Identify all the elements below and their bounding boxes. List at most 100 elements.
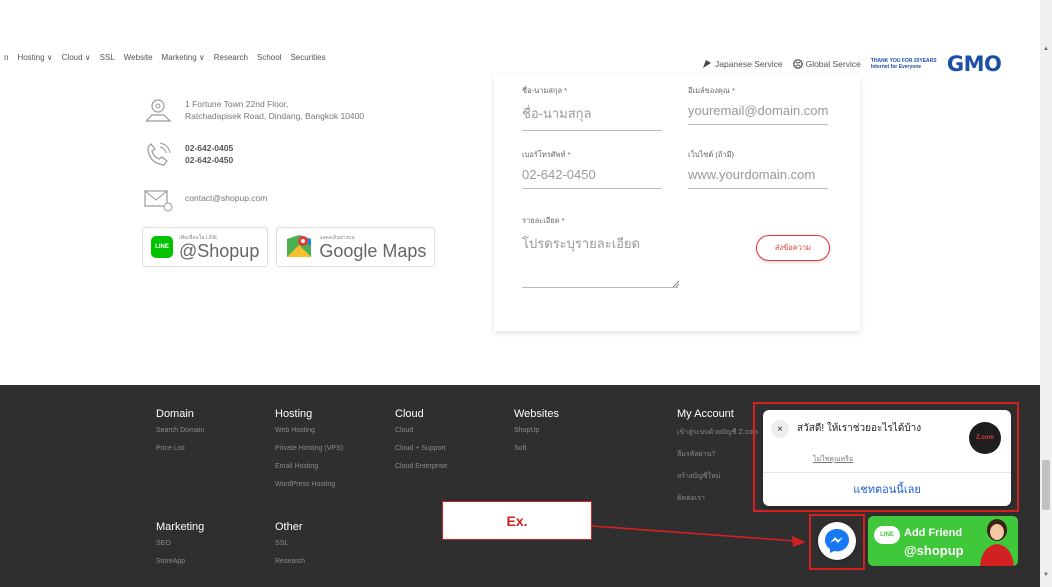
chat-now-button[interactable]: แชทตอนนี้เลย xyxy=(763,480,1011,498)
nav-item-n[interactable]: n xyxy=(4,53,8,62)
footer-link[interactable]: สร้างบัญชีใหม่ xyxy=(677,471,758,482)
footer-col-other: Other SSL Research xyxy=(275,521,305,576)
social-badges: LINE เพิ่มเพื่อนใน LINE @Shopup แสดงเส้น… xyxy=(142,227,462,267)
email-field[interactable]: อีเมล์ของคุณ * youremail@domain.com xyxy=(688,85,828,125)
popup-divider xyxy=(763,472,1011,473)
scroll-down-icon[interactable]: ▼ xyxy=(1043,572,1049,578)
line-handle: @Shopup xyxy=(179,241,260,261)
address-line-1: 1 Fortune Town 22nd Floor, xyxy=(185,99,289,109)
footer-col-websites: Websites ShopUp Soft xyxy=(514,408,559,463)
nav-item-school[interactable]: School xyxy=(257,53,281,62)
nav-services: Japanese Service Global Service THANK YO… xyxy=(702,52,1002,76)
line-badge[interactable]: LINE เพิ่มเพื่อนใน LINE @Shopup xyxy=(142,227,269,267)
nav-menu: n Hosting ∨ Cloud ∨ SSL Website Marketin… xyxy=(4,53,335,62)
website-input[interactable]: www.yourdomain.com xyxy=(688,167,828,189)
google-maps-badge[interactable]: แสดงเส้นทางบน Google Maps xyxy=(276,227,436,267)
footer-link[interactable]: ลืมรหัสผ่าน? xyxy=(677,449,758,460)
close-icon[interactable]: × xyxy=(771,420,789,438)
nav-item-research[interactable]: Research xyxy=(214,53,248,62)
name-field[interactable]: ชื่อ-นามสกุล * ชื่อ-นามสกุล xyxy=(522,85,662,131)
japanese-service-label: Japanese Service xyxy=(715,59,783,69)
footer-link[interactable]: Cloud xyxy=(395,427,447,434)
nav-item-securities[interactable]: Securities xyxy=(290,53,325,62)
nav-item-website[interactable]: Website xyxy=(124,53,153,62)
google-maps-icon xyxy=(287,235,312,257)
textarea-bottom-border xyxy=(522,287,678,288)
website-field[interactable]: เว็บไซต์ (ถ้ามี) www.yourdomain.com xyxy=(688,149,828,189)
email-text[interactable]: contact@shopup.com xyxy=(185,183,267,204)
flag-icon xyxy=(703,60,711,68)
email-input[interactable]: youremail@domain.com xyxy=(688,103,828,125)
globe-icon xyxy=(792,59,803,69)
maps-google-word: Google xyxy=(319,241,378,261)
footer-link[interactable]: StoreApp xyxy=(156,558,204,565)
footer-link[interactable]: Cloud Enterprise xyxy=(395,463,447,470)
footer-link[interactable]: Private Hosting (VPS) xyxy=(275,445,343,452)
gmo-tagline: THANK YOU FOR 20YEARS Internet for Every… xyxy=(871,58,941,70)
location-pin-icon xyxy=(145,99,172,122)
add-friend-title: Add Friend xyxy=(904,527,963,539)
phone-field[interactable]: เบอร์โทรศัพท์ * 02-642-0450 xyxy=(522,149,662,189)
phone-1[interactable]: 02-642-0405 xyxy=(185,142,233,154)
gmo-tagline-2: Internet for Everyone xyxy=(870,64,922,70)
page-scrollbar[interactable]: ▲ ▼ xyxy=(1040,0,1052,587)
phone-2[interactable]: 02-642-0450 xyxy=(185,154,233,166)
resize-handle-icon[interactable] xyxy=(672,280,680,288)
email-label: อีเมล์ของคุณ * xyxy=(688,86,735,95)
avatar: Z.com xyxy=(969,422,1001,454)
footer-link[interactable]: Web Hosting xyxy=(275,427,343,434)
global-service-link[interactable]: Global Service xyxy=(792,59,861,69)
footer-link[interactable]: Cloud + Support xyxy=(395,445,447,452)
name-input[interactable]: ชื่อ-นามสกุล xyxy=(522,103,662,131)
not-you-link[interactable]: ไม่ใช่คุณหรือ xyxy=(813,454,853,465)
japanese-service-link[interactable]: Japanese Service xyxy=(702,59,783,69)
detail-field[interactable]: รายละเอียด * โปรดระบุรายละเอียด xyxy=(522,215,640,254)
phone-input[interactable]: 02-642-0450 xyxy=(522,167,662,189)
send-message-button[interactable]: ส่งข้อความ xyxy=(756,235,830,261)
top-navigation: n Hosting ∨ Cloud ∨ SSL Website Marketin… xyxy=(0,0,1040,76)
footer-link[interactable]: ติดต่อเรา xyxy=(677,493,758,504)
nav-item-cloud[interactable]: Cloud ∨ xyxy=(62,53,91,62)
example-label: Ex. xyxy=(442,501,592,540)
footer-link[interactable]: Soft xyxy=(514,445,559,452)
name-label: ชื่อ-นามสกุล * xyxy=(522,86,568,95)
mail-icon xyxy=(144,190,173,212)
footer-heading-domain: Domain xyxy=(156,408,194,420)
footer-link[interactable]: SEO xyxy=(156,540,204,547)
nav-item-marketing[interactable]: Marketing ∨ xyxy=(162,53,205,62)
footer-link[interactable]: เข้าสู่ระบบด้วยบัญชี Z.com xyxy=(677,427,758,438)
nav-item-hosting[interactable]: Hosting ∨ xyxy=(17,53,52,62)
phone-label: เบอร์โทรศัพท์ * xyxy=(522,150,571,159)
footer-col-marketing: Marketing SEO StoreApp xyxy=(156,521,204,576)
website-label: เว็บไซต์ (ถ้ามี) xyxy=(688,150,735,159)
address-text: 1 Fortune Town 22nd Floor, Ratchadapisek… xyxy=(185,95,364,122)
global-service-label: Global Service xyxy=(805,59,861,69)
scrollbar-thumb[interactable] xyxy=(1042,460,1050,510)
footer-link[interactable]: Price List xyxy=(156,445,204,452)
messenger-button[interactable] xyxy=(818,522,856,560)
footer-link[interactable]: Email Hosting xyxy=(275,463,343,470)
mascot-person-icon xyxy=(980,519,1014,566)
footer-heading-cloud: Cloud xyxy=(395,408,424,420)
footer-col-account: My Account เข้าสู่ระบบด้วยบัญชี Z.com ลื… xyxy=(677,408,758,515)
footer-link[interactable]: WordPress Hosting xyxy=(275,481,343,488)
detail-label: รายละเอียด * xyxy=(522,216,565,225)
gmo-logo[interactable]: GMO xyxy=(947,52,1002,76)
maps-word: Maps xyxy=(382,241,427,261)
detail-textarea[interactable]: โปรดระบุรายละเอียด xyxy=(522,233,640,254)
scroll-up-icon[interactable]: ▲ xyxy=(1043,46,1049,52)
phone-icon xyxy=(147,142,171,166)
footer-col-cloud: Cloud Cloud Cloud + Support Cloud Enterp… xyxy=(395,408,447,481)
phone-text: 02-642-0405 02-642-0450 xyxy=(185,139,233,166)
footer-link[interactable]: SSL xyxy=(275,540,305,547)
line-add-friend-button[interactable]: LINE Add Friend @shopup xyxy=(868,516,1018,566)
nav-item-ssl[interactable]: SSL xyxy=(100,53,115,62)
footer-link[interactable]: Search Domain xyxy=(156,427,204,434)
footer-link[interactable]: Research xyxy=(275,558,305,565)
footer-heading-hosting: Hosting xyxy=(275,408,313,420)
chat-greeting-popup: × สวัสดี! ให้เราช่วยอะไรได้บ้าง ไม่ใช่คุ… xyxy=(763,410,1011,506)
address-line-2: Ratchadapisek Road, Dindang, Bangkok 104… xyxy=(185,111,365,121)
footer-link[interactable]: ShopUp xyxy=(514,427,559,434)
footer-heading-marketing: Marketing xyxy=(156,521,205,533)
footer-col-hosting: Hosting Web Hosting Private Hosting (VPS… xyxy=(275,408,343,499)
